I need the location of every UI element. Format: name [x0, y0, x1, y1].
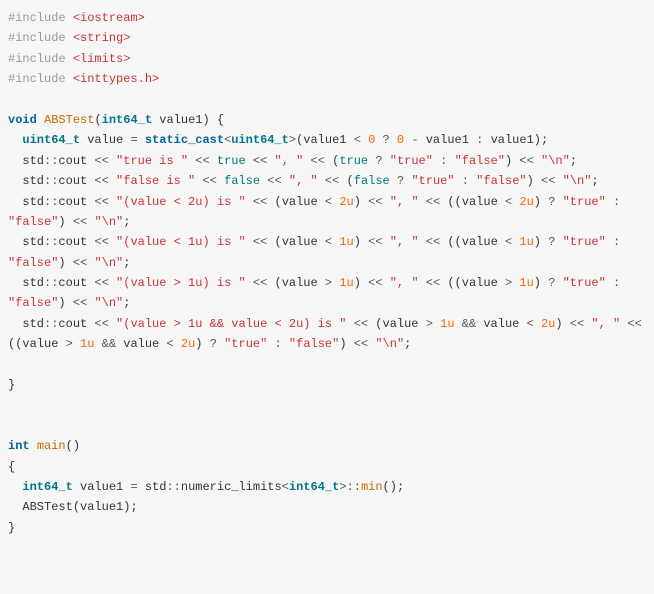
code-snippet: #include <iostream> #include <string> #i…: [8, 8, 646, 538]
